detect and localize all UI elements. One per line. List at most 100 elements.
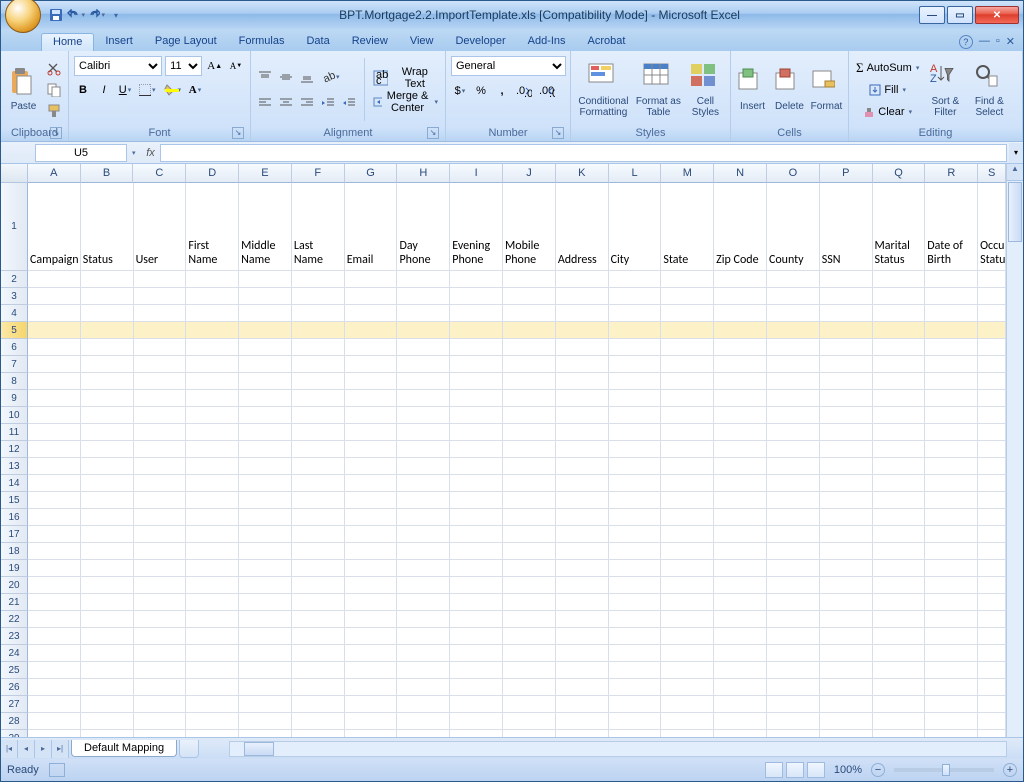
- cell-J16[interactable]: [503, 509, 556, 526]
- cell-B13[interactable]: [81, 458, 134, 475]
- cell-S13[interactable]: [978, 458, 1006, 475]
- orientation-icon[interactable]: ab▾: [319, 67, 342, 87]
- cell-B18[interactable]: [81, 543, 134, 560]
- cell-Q24[interactable]: [873, 645, 926, 662]
- cell-H15[interactable]: [397, 492, 450, 509]
- cell-S17[interactable]: [978, 526, 1006, 543]
- font-size-select[interactable]: 11: [165, 56, 202, 76]
- cell-O16[interactable]: [767, 509, 820, 526]
- cell-Q18[interactable]: [873, 543, 926, 560]
- cell-R11[interactable]: [925, 424, 978, 441]
- close-workbook-icon[interactable]: ✕: [1006, 35, 1015, 49]
- cell-A10[interactable]: [28, 407, 81, 424]
- cell-G2[interactable]: [345, 271, 398, 288]
- cell-N26[interactable]: [714, 679, 767, 696]
- row-header-17[interactable]: 17: [1, 526, 28, 543]
- cell-D7[interactable]: [186, 356, 239, 373]
- cell-C15[interactable]: [134, 492, 187, 509]
- column-header-K[interactable]: K: [556, 164, 609, 183]
- cell-B11[interactable]: [81, 424, 134, 441]
- decrease-decimal-icon[interactable]: .00.0: [537, 81, 557, 101]
- cell-L16[interactable]: [609, 509, 662, 526]
- cell-O14[interactable]: [767, 475, 820, 492]
- cell-I28[interactable]: [450, 713, 503, 730]
- cell-R21[interactable]: [925, 594, 978, 611]
- cell-F7[interactable]: [292, 356, 345, 373]
- cell-F8[interactable]: [292, 373, 345, 390]
- cell-A18[interactable]: [28, 543, 81, 560]
- cell-B22[interactable]: [81, 611, 134, 628]
- cell-I25[interactable]: [450, 662, 503, 679]
- cell-A8[interactable]: [28, 373, 81, 390]
- cell-B8[interactable]: [81, 373, 134, 390]
- cell-O15[interactable]: [767, 492, 820, 509]
- cell-M21[interactable]: [661, 594, 714, 611]
- cell-E18[interactable]: [239, 543, 292, 560]
- cell-I22[interactable]: [450, 611, 503, 628]
- cell-L29[interactable]: [609, 730, 662, 737]
- font-name-select[interactable]: Calibri: [74, 56, 162, 76]
- cell-F11[interactable]: [292, 424, 345, 441]
- cell-N10[interactable]: [714, 407, 767, 424]
- cell-Q23[interactable]: [873, 628, 926, 645]
- cell-F10[interactable]: [292, 407, 345, 424]
- cell-M19[interactable]: [661, 560, 714, 577]
- cell-M1[interactable]: State: [661, 183, 714, 271]
- align-right-icon[interactable]: [298, 93, 316, 113]
- cell-F4[interactable]: [292, 305, 345, 322]
- cell-R23[interactable]: [925, 628, 978, 645]
- cell-J19[interactable]: [503, 560, 556, 577]
- cell-D12[interactable]: [186, 441, 239, 458]
- cell-F25[interactable]: [292, 662, 345, 679]
- align-center-icon[interactable]: [277, 93, 295, 113]
- cell-I14[interactable]: [450, 475, 503, 492]
- cell-E14[interactable]: [239, 475, 292, 492]
- cell-J24[interactable]: [503, 645, 556, 662]
- cell-H9[interactable]: [397, 390, 450, 407]
- cell-D27[interactable]: [186, 696, 239, 713]
- cell-B17[interactable]: [81, 526, 134, 543]
- cell-Q17[interactable]: [873, 526, 926, 543]
- cell-S22[interactable]: [978, 611, 1006, 628]
- cell-C21[interactable]: [134, 594, 187, 611]
- cell-A1[interactable]: Campaign: [28, 183, 81, 271]
- cell-F28[interactable]: [292, 713, 345, 730]
- cell-K25[interactable]: [556, 662, 609, 679]
- cell-H11[interactable]: [397, 424, 450, 441]
- cell-C2[interactable]: [134, 271, 187, 288]
- cell-F26[interactable]: [292, 679, 345, 696]
- cell-R25[interactable]: [925, 662, 978, 679]
- cell-H13[interactable]: [397, 458, 450, 475]
- cell-Q28[interactable]: [873, 713, 926, 730]
- cell-O27[interactable]: [767, 696, 820, 713]
- cell-K15[interactable]: [556, 492, 609, 509]
- cell-D2[interactable]: [186, 271, 239, 288]
- cell-G17[interactable]: [345, 526, 398, 543]
- cell-R27[interactable]: [925, 696, 978, 713]
- cell-L3[interactable]: [609, 288, 662, 305]
- cell-M17[interactable]: [661, 526, 714, 543]
- cell-O24[interactable]: [767, 645, 820, 662]
- cell-J7[interactable]: [503, 356, 556, 373]
- cell-E17[interactable]: [239, 526, 292, 543]
- cell-K11[interactable]: [556, 424, 609, 441]
- qat-customize-icon[interactable]: ▾: [107, 6, 125, 24]
- cell-A4[interactable]: [28, 305, 81, 322]
- cell-B28[interactable]: [81, 713, 134, 730]
- cell-O8[interactable]: [767, 373, 820, 390]
- cell-G13[interactable]: [345, 458, 398, 475]
- cell-R19[interactable]: [925, 560, 978, 577]
- cell-D24[interactable]: [186, 645, 239, 662]
- number-format-select[interactable]: General: [451, 56, 566, 76]
- cell-B27[interactable]: [81, 696, 134, 713]
- decrease-indent-icon[interactable]: [319, 93, 337, 113]
- cell-E25[interactable]: [239, 662, 292, 679]
- cell-A12[interactable]: [28, 441, 81, 458]
- zoom-in-icon[interactable]: +: [1003, 763, 1017, 777]
- cell-Q11[interactable]: [873, 424, 926, 441]
- cell-M27[interactable]: [661, 696, 714, 713]
- cell-S4[interactable]: [978, 305, 1006, 322]
- cell-N28[interactable]: [714, 713, 767, 730]
- cell-L18[interactable]: [609, 543, 662, 560]
- cell-P1[interactable]: SSN: [820, 183, 873, 271]
